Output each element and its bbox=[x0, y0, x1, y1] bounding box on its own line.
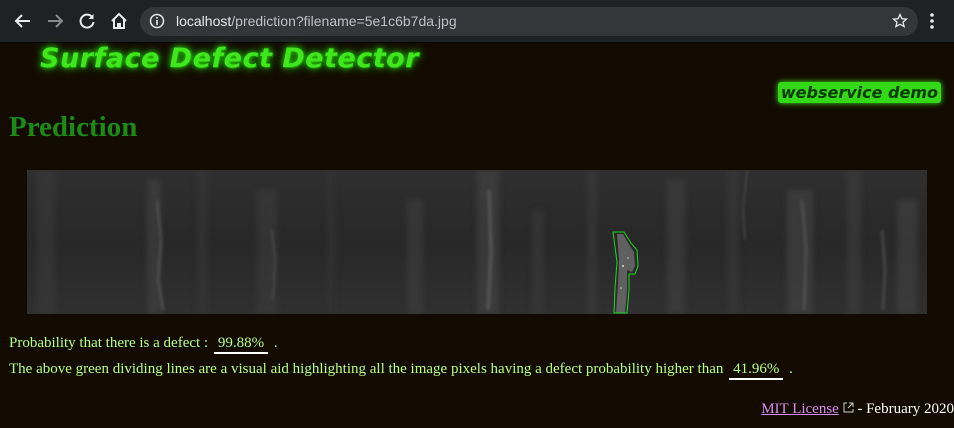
browser-toolbar: localhost/prediction?filename=5e1c6b7da.… bbox=[0, 0, 954, 43]
address-bar[interactable]: localhost/prediction?filename=5e1c6b7da.… bbox=[140, 7, 918, 36]
kebab-menu-icon bbox=[930, 13, 934, 29]
page-content: Surface Defect Detector webservice demo … bbox=[0, 43, 954, 428]
explanation-suffix: . bbox=[789, 361, 793, 377]
probability-suffix: . bbox=[273, 335, 278, 351]
footer: MIT License - February 2020 bbox=[761, 401, 954, 418]
reload-icon bbox=[79, 13, 95, 29]
explanation-label: The above green dividing lines are a vis… bbox=[9, 361, 724, 377]
external-link-icon bbox=[843, 401, 858, 417]
forward-button[interactable] bbox=[43, 9, 67, 33]
mit-license-link[interactable]: MIT License bbox=[761, 401, 839, 417]
reload-button[interactable] bbox=[75, 9, 99, 33]
footer-date: - February 2020 bbox=[857, 401, 954, 417]
site-logo: Surface Defect Detector bbox=[40, 43, 419, 74]
forward-arrow-icon bbox=[48, 14, 64, 28]
explanation-line: The above green dividing lines are a vis… bbox=[9, 361, 793, 380]
steel-surface-image bbox=[27, 170, 927, 314]
home-button[interactable] bbox=[107, 9, 131, 33]
url-text[interactable]: localhost/prediction?filename=5e1c6b7da.… bbox=[176, 13, 457, 29]
home-icon bbox=[111, 12, 127, 29]
back-button[interactable] bbox=[11, 9, 35, 33]
probability-value: 99.88% bbox=[213, 335, 269, 354]
webservice-badge: webservice demo bbox=[777, 82, 941, 103]
info-icon[interactable] bbox=[149, 13, 165, 34]
browser-menu-button[interactable] bbox=[922, 9, 942, 33]
probability-line: Probability that there is a defect : 99.… bbox=[9, 335, 278, 354]
back-arrow-icon bbox=[14, 14, 30, 28]
probability-label: Probability that there is a defect : bbox=[9, 335, 209, 351]
threshold-value: 41.96% bbox=[729, 361, 784, 380]
defect-image bbox=[27, 170, 927, 314]
page-title: Prediction bbox=[9, 111, 138, 143]
star-icon[interactable] bbox=[891, 12, 909, 34]
url-path: /prediction?filename=5e1c6b7da.jpg bbox=[231, 13, 457, 29]
url-host: localhost bbox=[176, 13, 232, 29]
